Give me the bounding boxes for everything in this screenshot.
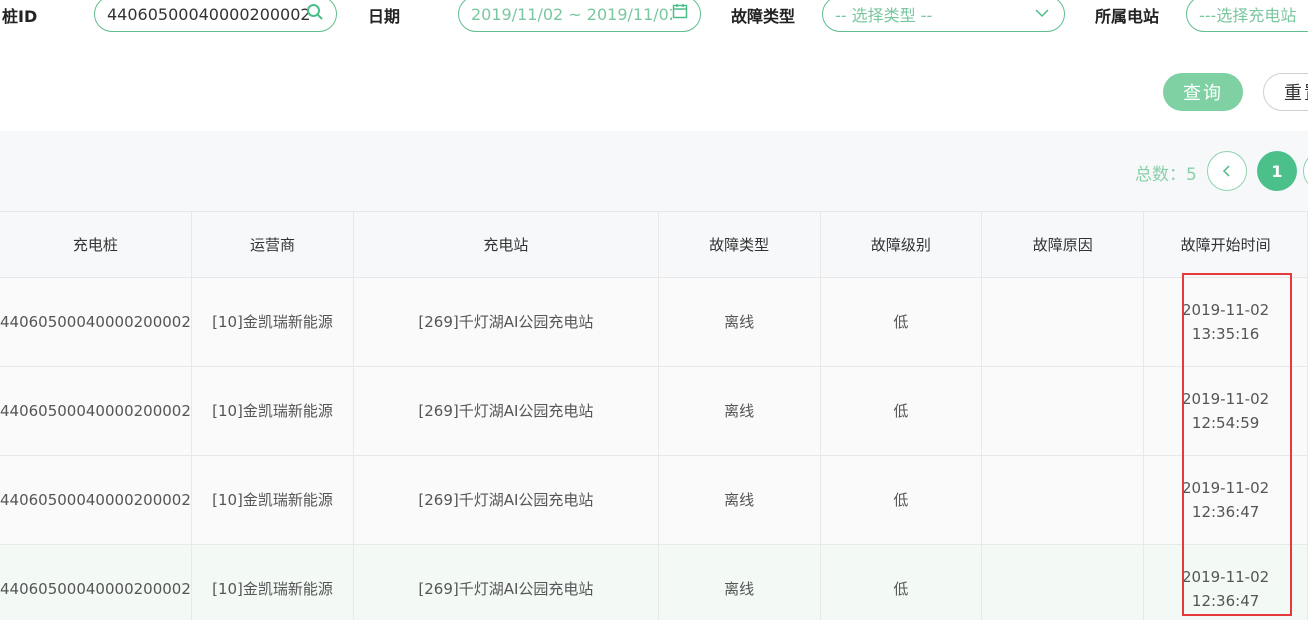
start-date: 2019-11-02 (1182, 301, 1270, 319)
cell-start-time: 2019-11-02 12:54:59 (1143, 366, 1308, 456)
cell-station: [269]千灯湖AI公园充电站 (353, 544, 659, 620)
cell-operator: [10]金凯瑞新能源 (191, 366, 355, 456)
table-row[interactable]: 44060500040000200002 [10]金凯瑞新能源 [269]千灯湖… (0, 544, 1308, 620)
start-time: 12:36:47 (1191, 503, 1260, 521)
start-date: 2019-11-02 (1182, 568, 1270, 586)
date-range-input[interactable]: 2019/11/02 ~ 2019/11/02 (458, 0, 701, 32)
table-row[interactable]: 44060500040000200002 [10]金凯瑞新能源 [269]千灯湖… (0, 366, 1308, 456)
date-label: 日期 (368, 7, 401, 26)
cell-start-time: 2019-11-02 12:36:47 (1143, 455, 1308, 545)
cell-fault-level: 低 (820, 455, 983, 545)
cell-operator: [10]金凯瑞新能源 (191, 455, 355, 545)
cell-fault-type: 离线 (658, 366, 821, 456)
pile-id-value: 44060500040000200002 (107, 4, 311, 24)
prev-page-button[interactable] (1207, 151, 1247, 191)
station-select[interactable]: ---选择充电站 (1186, 0, 1308, 32)
start-time: 12:54:59 (1191, 414, 1260, 432)
start-time: 12:36:47 (1191, 592, 1260, 610)
fault-type-select[interactable]: -- 选择类型 -- (822, 0, 1065, 32)
cell-pile: 44060500040000200002 (0, 277, 192, 367)
col-header-fault-type[interactable]: 故障类型 (658, 211, 821, 278)
table-row[interactable]: 44060500040000200002 [10]金凯瑞新能源 [269]千灯湖… (0, 277, 1308, 367)
cell-operator: [10]金凯瑞新能源 (191, 277, 355, 367)
col-header-operator[interactable]: 运营商 (191, 211, 355, 278)
table-row[interactable]: 44060500040000200002 [10]金凯瑞新能源 [269]千灯湖… (0, 455, 1308, 545)
date-range-value: 2019/11/02 ~ 2019/11/02 (471, 4, 680, 24)
reset-button[interactable]: 重置 (1263, 73, 1308, 111)
cell-fault-type: 离线 (658, 455, 821, 545)
total-count: 总数：5 (1135, 165, 1197, 185)
search-icon[interactable] (306, 3, 324, 25)
cell-station: [269]千灯湖AI公园充电站 (353, 366, 659, 456)
pile-id-label: 桩ID (2, 7, 38, 26)
start-date: 2019-11-02 (1182, 390, 1270, 408)
col-header-start-time[interactable]: 故障开始时间 (1143, 211, 1308, 278)
start-time: 13:35:16 (1191, 325, 1260, 343)
table-header-row: 充电桩 运营商 充电站 故障类型 故障级别 故障原因 故障开始时间 (0, 211, 1308, 278)
cell-fault-reason (981, 277, 1145, 367)
cell-pile: 44060500040000200002 (0, 366, 192, 456)
start-date: 2019-11-02 (1182, 479, 1270, 497)
cell-fault-reason (981, 366, 1145, 456)
station-placeholder: ---选择充电站 (1199, 6, 1297, 25)
fault-type-label: 故障类型 (731, 7, 796, 26)
col-header-fault-reason[interactable]: 故障原因 (981, 211, 1145, 278)
cell-pile: 44060500040000200002 (0, 544, 192, 620)
chevron-down-icon (1034, 5, 1050, 25)
cell-start-time: 2019-11-02 12:36:47 (1143, 544, 1308, 620)
cell-pile: 44060500040000200002 (0, 455, 192, 545)
cell-fault-level: 低 (820, 366, 983, 456)
col-header-fault-level[interactable]: 故障级别 (820, 211, 983, 278)
fault-type-placeholder: -- 选择类型 -- (835, 6, 933, 25)
fault-table: 充电桩 运营商 充电站 故障类型 故障级别 故障原因 故障开始时间 440605… (0, 211, 1308, 620)
cell-fault-reason (981, 544, 1145, 620)
cell-fault-type: 离线 (658, 544, 821, 620)
col-header-pile[interactable]: 充电桩 (0, 211, 192, 278)
chevron-left-icon (1222, 165, 1230, 177)
cell-operator: [10]金凯瑞新能源 (191, 544, 355, 620)
col-header-station[interactable]: 充电站 (353, 211, 659, 278)
cell-fault-level: 低 (820, 544, 983, 620)
cell-station: [269]千灯湖AI公园充电站 (353, 277, 659, 367)
cell-fault-type: 离线 (658, 277, 821, 367)
station-label: 所属电站 (1095, 7, 1160, 26)
cell-fault-reason (981, 455, 1145, 545)
page-1-button[interactable]: 1 (1257, 151, 1297, 191)
calendar-icon[interactable] (672, 3, 688, 23)
query-button[interactable]: 查询 (1163, 73, 1243, 111)
cell-fault-level: 低 (820, 277, 983, 367)
pile-id-input[interactable]: 44060500040000200002 (94, 0, 337, 32)
cell-start-time: 2019-11-02 13:35:16 (1143, 277, 1308, 367)
cell-station: [269]千灯湖AI公园充电站 (353, 455, 659, 545)
